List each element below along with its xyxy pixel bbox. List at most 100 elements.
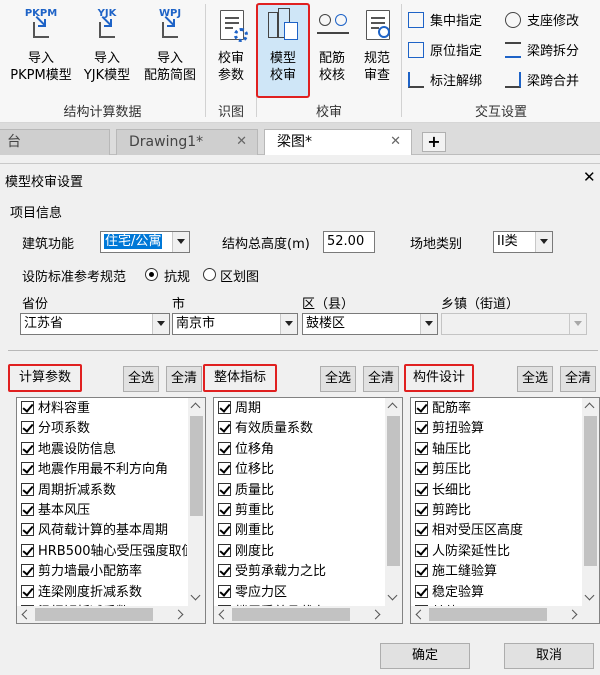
list-item[interactable]: 质量比 — [214, 481, 384, 501]
checkbox-checked[interactable] — [218, 584, 231, 598]
list-item[interactable]: 周期 — [214, 399, 384, 419]
list-item[interactable]: 受剪承载力之比 — [214, 562, 384, 582]
list-item[interactable]: 剪力墙最小配筋率 — [17, 562, 187, 582]
horizontal-scrollbar[interactable] — [214, 606, 386, 623]
list-item[interactable]: 稳定验算 — [411, 583, 581, 603]
checkbox-checked[interactable] — [218, 523, 231, 537]
checkbox-checked[interactable] — [21, 482, 34, 496]
checkbox-checked[interactable] — [21, 401, 34, 414]
import-wpj-button[interactable]: WPJ 导入 配筋简图 — [138, 6, 202, 94]
rebar-check-button[interactable]: 配筋 校核 — [309, 6, 355, 94]
list-item[interactable]: 风荷载计算的基本周期 — [17, 521, 187, 541]
checkbox-checked[interactable] — [415, 462, 428, 476]
horizontal-scrollbar[interactable] — [411, 606, 583, 623]
checkbox-checked[interactable] — [218, 462, 231, 476]
checkbox-checked[interactable] — [218, 564, 231, 578]
span-split-button[interactable]: 梁跨拆分 — [505, 40, 579, 62]
list-item[interactable]: HRB500轴心受压强度取值 — [17, 542, 187, 562]
checkbox-checked[interactable] — [415, 502, 428, 516]
site-class-select[interactable]: II类 — [493, 231, 553, 253]
spec-review-button[interactable]: 规范 审查 — [354, 6, 400, 94]
support-modify-button[interactable]: 支座修改 — [505, 10, 579, 32]
checkbox-checked[interactable] — [21, 441, 34, 455]
checkbox-checked[interactable] — [415, 564, 428, 578]
checkbox-checked[interactable] — [21, 462, 34, 476]
checkbox-checked[interactable] — [415, 401, 428, 414]
checkbox-checked[interactable] — [218, 543, 231, 557]
list-item[interactable]: 轴压比 — [411, 440, 581, 460]
global-indices-clear-all-button[interactable]: 全清 — [363, 366, 399, 392]
span-merge-button[interactable]: 梁跨合并 — [505, 70, 579, 92]
import-yjk-button[interactable]: YJK 导入 YJK模型 — [76, 6, 138, 94]
list-item[interactable]: 零应力区 — [214, 583, 384, 603]
checkbox-checked[interactable] — [21, 502, 34, 516]
checkbox-checked[interactable] — [415, 543, 428, 557]
radio-zoning-map[interactable] — [203, 268, 216, 281]
checkbox-checked[interactable] — [21, 523, 34, 537]
ok-button[interactable]: 确定 — [380, 643, 470, 669]
checkbox-checked[interactable] — [21, 543, 34, 557]
calc-params-list[interactable]: 材料容重 分项系数 地震设防信息 地震作用最不利方向角 周期折减系数 基本风压 风荷载计算的… — [16, 397, 206, 624]
tab-start[interactable]: 台 — [0, 129, 110, 155]
list-item[interactable]: 施工缝验算 — [411, 562, 581, 582]
close-icon[interactable]: ✕ — [583, 168, 596, 186]
list-item[interactable]: 位移比 — [214, 460, 384, 480]
add-tab-button[interactable]: + — [422, 132, 446, 152]
check-params-button[interactable]: 校审 参数 — [208, 6, 254, 94]
district-select[interactable]: 鼓楼区 — [302, 313, 438, 335]
checkbox-checked[interactable] — [415, 421, 428, 435]
list-item[interactable]: 剪重比 — [214, 501, 384, 521]
list-item[interactable]: 周期折减系数 — [17, 481, 187, 501]
list-item[interactable]: 刚度比 — [214, 542, 384, 562]
list-item[interactable]: 连梁刚度折减系数 — [17, 583, 187, 603]
checkbox-checked[interactable] — [218, 482, 231, 496]
unbind-label-button[interactable]: 标注解绑 — [408, 70, 482, 92]
list-item[interactable]: 材料容重 — [17, 399, 187, 419]
list-item[interactable]: 相对受压区高度 — [411, 521, 581, 541]
checkbox-checked[interactable] — [21, 421, 34, 435]
close-icon[interactable]: ✕ — [236, 130, 247, 154]
list-item[interactable]: 位移角 — [214, 440, 384, 460]
assign-inplace-button[interactable]: 原位指定 — [408, 40, 482, 62]
global-indices-select-all-button[interactable]: 全选 — [320, 366, 356, 392]
radio-seismic-code[interactable] — [145, 268, 158, 281]
list-item[interactable]: 人防梁延性比 — [411, 542, 581, 562]
checkbox-checked[interactable] — [21, 584, 34, 598]
calc-params-select-all-button[interactable]: 全选 — [123, 366, 159, 392]
list-item[interactable]: 基本风压 — [17, 501, 187, 521]
checkbox-checked[interactable] — [415, 584, 428, 598]
checkbox-checked[interactable] — [218, 421, 231, 435]
model-check-button[interactable]: 模型 校审 — [256, 6, 310, 94]
checkbox-checked[interactable] — [218, 502, 231, 516]
vertical-scrollbar[interactable] — [582, 398, 599, 606]
tab-drawing1[interactable]: Drawing1* ✕ — [116, 129, 258, 155]
tab-beam-drawing[interactable]: 梁图* ✕ — [264, 129, 412, 155]
calc-params-clear-all-button[interactable]: 全清 — [166, 366, 202, 392]
checkbox-checked[interactable] — [21, 564, 34, 578]
checkbox-checked[interactable] — [415, 482, 428, 496]
checkbox-checked[interactable] — [415, 441, 428, 455]
member-design-list[interactable]: 配筋率 剪扭验算 轴压比 剪压比 长细比 剪跨比 相对受压区高度 人防梁延性比 施工缝验算 稳定验… — [410, 397, 600, 624]
total-height-input[interactable]: 52.00 — [323, 231, 375, 253]
close-icon[interactable]: ✕ — [390, 130, 401, 154]
province-select[interactable]: 江苏省 — [20, 313, 170, 335]
list-item[interactable]: 刚重比 — [214, 521, 384, 541]
list-item[interactable]: 地震作用最不利方向角 — [17, 460, 187, 480]
member-design-select-all-button[interactable]: 全选 — [517, 366, 553, 392]
checkbox-checked[interactable] — [218, 401, 231, 414]
checkbox-checked[interactable] — [218, 441, 231, 455]
global-indices-list[interactable]: 周期有效质量系数位移角位移比质量比剪重比刚重比刚度比受剪承载力之比零应力区楼层受… — [213, 397, 403, 624]
vertical-scrollbar[interactable] — [385, 398, 402, 606]
building-function-select[interactable]: 住宅/公寓 — [100, 231, 190, 253]
list-item[interactable]: 有效质量系数 — [214, 419, 384, 439]
list-item[interactable]: 配筋率 — [411, 399, 581, 419]
list-item[interactable]: 地震设防信息 — [17, 440, 187, 460]
list-item[interactable]: 分项系数 — [17, 419, 187, 439]
import-pkpm-button[interactable]: PKPM 导入 PKPM模型 — [6, 6, 76, 94]
list-item[interactable]: 长细比 — [411, 481, 581, 501]
vertical-scrollbar[interactable] — [188, 398, 205, 606]
list-item[interactable]: 剪跨比 — [411, 501, 581, 521]
horizontal-scrollbar[interactable] — [17, 606, 189, 623]
assign-concentrated-button[interactable]: 集中指定 — [408, 10, 482, 32]
checkbox-checked[interactable] — [415, 523, 428, 537]
